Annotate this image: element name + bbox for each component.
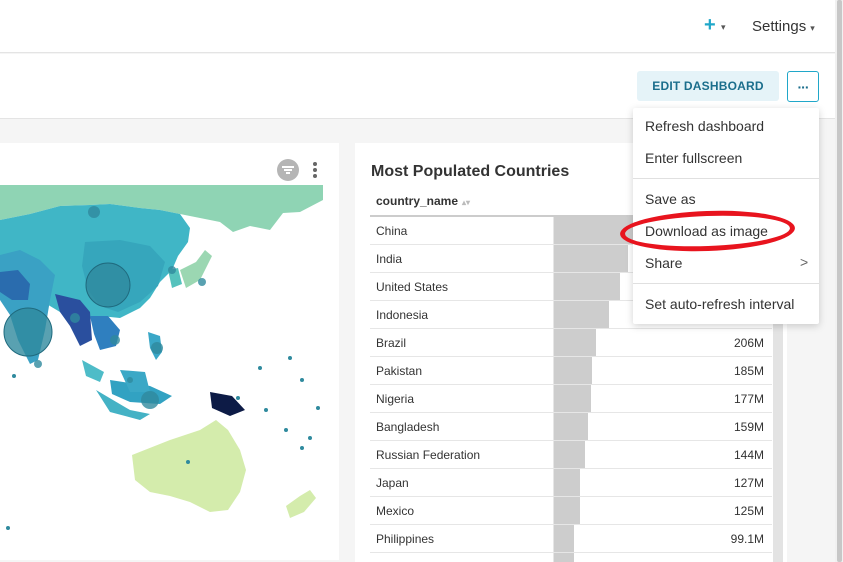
value-bar	[554, 441, 585, 468]
chevron-down-icon[interactable]: ▾	[721, 22, 726, 33]
table-row: Ethiopia97M	[370, 553, 772, 562]
settings-label: Settings	[752, 18, 807, 35]
table-row: Pakistan 185M	[370, 357, 772, 385]
sort-icon[interactable]: ▴▾	[462, 198, 470, 207]
value-bar	[554, 469, 580, 496]
world-map	[0, 185, 323, 530]
value-bar	[554, 497, 580, 524]
value-bar	[554, 525, 574, 552]
country-name-cell: Mexico	[376, 504, 415, 518]
value-cell: 159M	[553, 413, 772, 441]
column-header-country-name[interactable]: country_name ▴▾	[376, 194, 470, 208]
value-label: 99.1M	[730, 532, 764, 546]
value-cell: 185M	[553, 357, 772, 385]
settings-menu[interactable]: Settings ▾	[752, 18, 815, 35]
table-row: Mexico 125M	[370, 497, 772, 525]
table-row: Philippines 99.1M	[370, 525, 772, 553]
edit-dashboard-button[interactable]: EDIT DASHBOARD	[637, 71, 779, 101]
value-cell: 99.1M	[553, 525, 772, 553]
value-bar	[554, 413, 588, 440]
value-label: 177M	[733, 392, 764, 406]
value-label: 206M	[733, 336, 764, 350]
table-row: Nigeria 177M	[370, 385, 772, 413]
menu-item-refresh-dashboard[interactable]: Refresh dashboard	[645, 118, 764, 134]
chart-title: Most Populated Countries	[371, 163, 570, 180]
value-label: 127M	[733, 476, 764, 490]
country-name-cell: Indonesia	[376, 308, 429, 322]
chevron-right-icon: >	[800, 254, 809, 270]
menu-item-share[interactable]: Share	[645, 255, 682, 271]
value-cell: 125M	[553, 497, 772, 525]
country-name-cell: Brazil	[376, 336, 407, 350]
country-name-cell: India	[376, 252, 403, 266]
page-scrollbar-thumb[interactable]	[837, 0, 842, 562]
country-name-cell: Philippines	[376, 532, 435, 546]
table-row: Brazil 206M	[370, 329, 772, 357]
value-bar	[554, 553, 574, 562]
country-name-cell: Bangladesh	[376, 420, 440, 434]
value-cell: 127M	[553, 469, 772, 497]
value-label: 159M	[733, 420, 764, 434]
country-name-cell: China	[376, 224, 408, 238]
value-label: 185M	[733, 364, 764, 378]
value-label: 125M	[733, 504, 764, 518]
table-row: Bangladesh 159M	[370, 413, 772, 441]
country-name-cell: Pakistan	[376, 364, 423, 378]
filter-icon[interactable]	[277, 159, 299, 181]
menu-item-enter-fullscreen[interactable]: Enter fullscreen	[645, 150, 742, 166]
country-name-cell: Russian Federation	[376, 448, 481, 462]
table-row: Japan 127M	[370, 469, 772, 497]
value-bar	[554, 385, 591, 412]
menu-divider	[633, 178, 819, 179]
value-bar	[554, 357, 592, 384]
value-cell: 206M	[553, 329, 772, 357]
chevron-down-icon: ▾	[810, 23, 815, 33]
country-name-cell: Nigeria	[376, 392, 415, 406]
chart-menu-kebab-icon[interactable]	[313, 162, 317, 180]
country-name-cell: Japan	[376, 476, 409, 490]
value-bar	[554, 329, 596, 356]
value-bar	[554, 301, 609, 328]
value-cell: 144M	[553, 441, 772, 469]
value-cell: 97M	[553, 553, 772, 562]
more-options-button[interactable]: ···	[787, 71, 819, 102]
menu-item-save-as[interactable]: Save as	[645, 191, 696, 207]
menu-divider	[633, 283, 819, 284]
country-name-cell: United States	[376, 280, 449, 294]
menu-item-set-auto-refresh-interval[interactable]: Set auto-refresh interval	[645, 296, 794, 312]
plus-icon[interactable]: +	[704, 14, 716, 37]
table-row: Russian Federation 144M	[370, 441, 772, 469]
value-bar	[554, 273, 620, 300]
value-bar	[554, 245, 628, 272]
value-label: 144M	[733, 448, 764, 462]
value-cell: 177M	[553, 385, 772, 413]
